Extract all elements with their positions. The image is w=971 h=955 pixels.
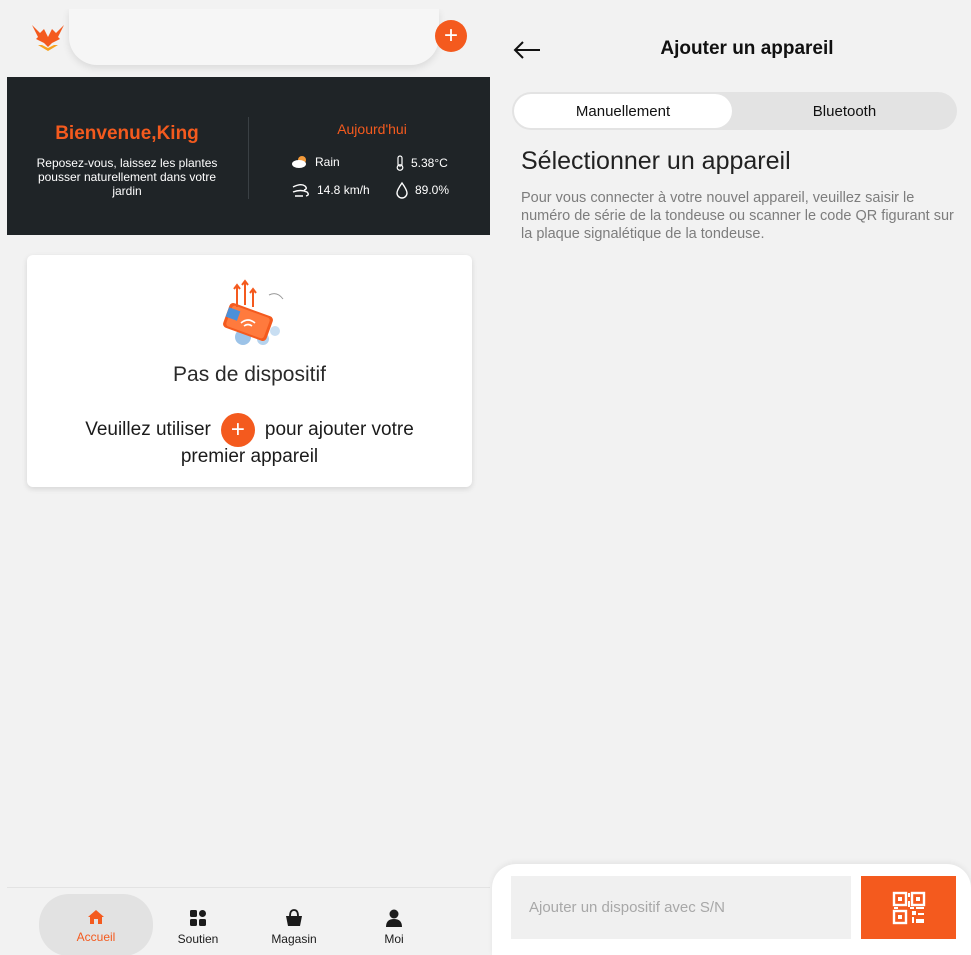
page-title: Ajouter un appareil: [660, 38, 834, 59]
back-arrow-icon[interactable]: [512, 39, 542, 61]
section-title: Sélectionner un appareil: [521, 147, 791, 175]
thermometer-icon: [396, 155, 404, 171]
add-instruction: Veuillez utiliser + pour ajouter votre: [27, 413, 472, 447]
phone-wifi-illustration: [223, 279, 284, 345]
serial-number-input[interactable]: [511, 876, 851, 939]
instruction-line-2: premier appareil: [180, 446, 319, 467]
add-device-button[interactable]: +: [435, 20, 467, 52]
instruction-suffix: pour ajouter votre: [264, 419, 414, 440]
plus-icon: +: [443, 22, 458, 49]
wind-text: 14.8 km/h: [317, 183, 370, 197]
humidity-reading: 89.0%: [395, 181, 449, 199]
add-device-screen: Ajouter un appareil Manuellement Bluetoo…: [492, 9, 971, 955]
section-description: Pour vous connecter à votre nouvel appar…: [521, 190, 954, 242]
tab-label: Moi: [384, 932, 404, 946]
home-topbar: +: [7, 9, 490, 77]
today-label: Aujourd'hui: [337, 121, 407, 137]
welcome-subtitle: Reposez-vous, laissez les plantes pousse…: [36, 156, 218, 198]
apps-icon: [190, 910, 206, 926]
screen-root: + Bienvenue,King Reposez-vous, laissez l…: [0, 0, 971, 955]
no-device-card: Pas de dispositif Veuillez utiliser + po…: [27, 255, 472, 487]
tab-accueil[interactable]: Accueil: [39, 894, 153, 955]
droplet-icon: [396, 181, 408, 199]
home-icon: [88, 910, 104, 924]
no-device-title: Pas de dispositif: [173, 363, 326, 386]
tab-moi[interactable]: Moi: [337, 894, 451, 955]
qr-code-icon: [892, 891, 925, 924]
tab-magasin[interactable]: Magasin: [237, 894, 351, 955]
header-pill: [69, 9, 439, 65]
tab-label: Accueil: [76, 930, 116, 944]
mode-segmented-control: Manuellement Bluetooth: [512, 92, 957, 130]
inline-plus-icon: +: [220, 413, 255, 447]
tab-manuellement[interactable]: Manuellement: [514, 94, 732, 128]
tab-bluetooth[interactable]: Bluetooth: [734, 94, 955, 128]
scan-qr-button[interactable]: [861, 876, 956, 939]
weather-condition: Rain: [291, 155, 340, 169]
wind-reading: 14.8 km/h: [291, 181, 370, 199]
brand-logo-icon: [32, 25, 64, 51]
serial-input-bar: [492, 864, 971, 955]
welcome-banner: Bienvenue,King Reposez-vous, laissez les…: [7, 77, 490, 235]
basket-icon: [286, 909, 302, 926]
banner-divider: [248, 117, 249, 199]
temperature-reading: 5.38°C: [395, 155, 448, 171]
welcome-title: Bienvenue,King: [55, 123, 199, 144]
temperature-text: 5.38°C: [411, 156, 448, 170]
user-icon: [386, 909, 402, 927]
tab-label: Magasin: [271, 932, 317, 946]
instruction-prefix: Veuillez utiliser: [85, 419, 211, 440]
weather-text: Rain: [315, 155, 340, 169]
wind-icon: [292, 184, 309, 197]
cloud-rain-icon: [292, 156, 306, 168]
tab-label: Soutien: [177, 932, 219, 946]
home-screen: + Bienvenue,King Reposez-vous, laissez l…: [7, 9, 490, 955]
humidity-text: 89.0%: [415, 183, 450, 197]
bottom-tab-bar: Accueil Soutien Magasin Moi: [7, 887, 490, 955]
